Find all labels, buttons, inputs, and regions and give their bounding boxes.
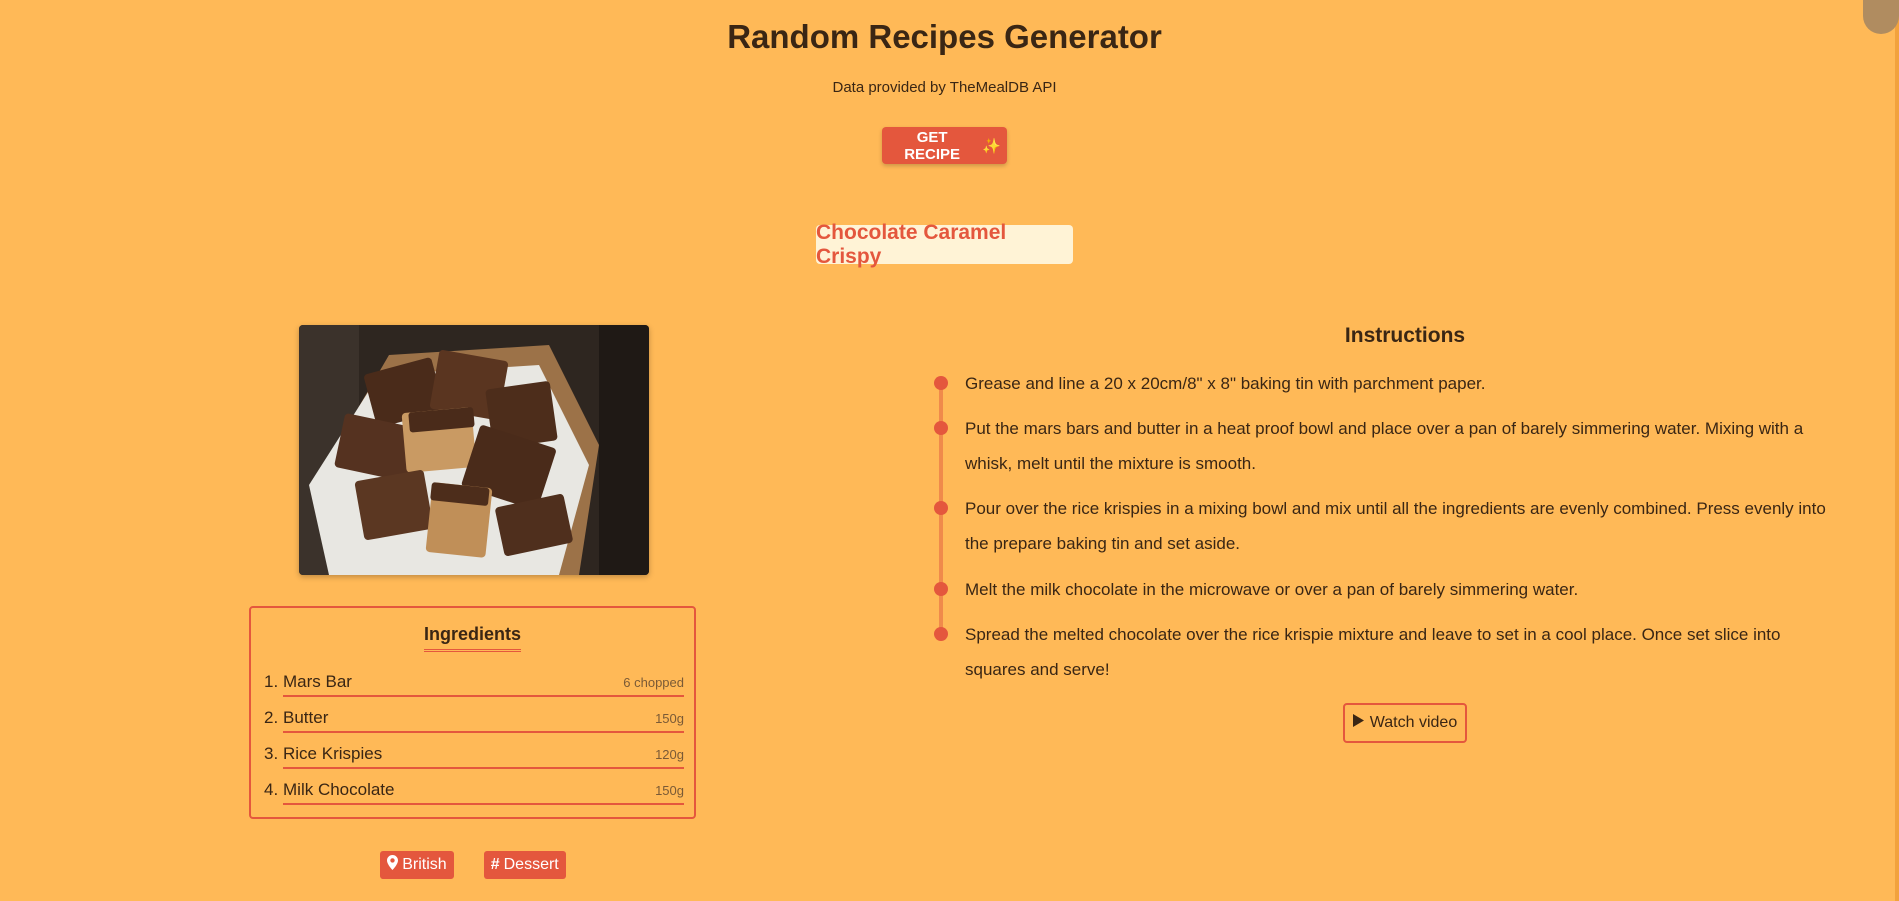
category-tag-label: Dessert <box>503 856 559 873</box>
ingredient-row: 1. Mars Bar 6 chopped <box>264 668 684 697</box>
instruction-step: Put the mars bars and butter in a heat p… <box>965 419 1804 473</box>
instruction-step: Spread the melted chocolate over the ric… <box>965 625 1781 679</box>
instructions-heading: Instructions <box>1344 324 1466 347</box>
ingredient-row: 3. Rice Krispies 120g <box>264 740 684 769</box>
area-tag[interactable]: British <box>380 851 454 879</box>
ingredient-line: Mars Bar 6 chopped <box>283 668 684 697</box>
ingredient-measure: 150g <box>655 783 684 798</box>
ingredient-row: 4. Milk Chocolate 150g <box>264 776 684 805</box>
ingredient-line: Butter 150g <box>283 704 684 733</box>
app-title: Random Recipes Generator <box>727 18 1162 55</box>
ingredient-number: 3. <box>264 744 279 763</box>
step-bullet <box>934 421 948 435</box>
instruction-step: Melt the milk chocolate in the microwave… <box>965 580 1579 599</box>
ingredient-measure: 6 chopped <box>623 675 684 690</box>
instruction-step: Grease and line a 20 x 20cm/8" x 8" baki… <box>965 374 1486 393</box>
watch-video-label: Watch video <box>1369 714 1458 731</box>
ingredients-card: Ingredients 1. Mars Bar 6 chopped 2. But… <box>249 606 696 819</box>
meal-image <box>299 325 649 575</box>
area-tag-label: British <box>402 856 447 873</box>
scrollbar-track[interactable] <box>1895 0 1899 901</box>
get-recipe-label: GET RECIPE <box>904 128 961 163</box>
category-tag[interactable]: # Dessert <box>483 851 566 879</box>
step-bullet <box>934 376 948 390</box>
api-credit: Data provided by TheMealDB API <box>832 79 1057 96</box>
page: Random Recipes Generator Data provided b… <box>0 0 1899 901</box>
ingredient-name: Rice Krispies <box>283 744 383 763</box>
get-recipe-button[interactable]: GET RECIPE ✨ <box>882 127 1007 164</box>
map-pin-icon <box>387 855 399 875</box>
watch-video-button[interactable]: Watch video <box>1343 703 1467 743</box>
meal-title: Chocolate Caramel Crispy <box>816 221 1073 268</box>
hashtag-icon: # <box>490 856 500 873</box>
play-icon <box>1352 714 1364 732</box>
ingredient-name: Mars Bar <box>283 672 352 691</box>
ingredient-line: Milk Chocolate 150g <box>283 776 684 805</box>
ingredient-number: 2. <box>264 708 279 727</box>
ingredients-heading-text: Ingredients <box>423 624 521 652</box>
ingredient-row: 2. Butter 150g <box>264 704 684 733</box>
sparkles-icon: ✨ <box>982 137 1001 155</box>
step-bullet <box>934 582 948 596</box>
ingredient-number: 1. <box>264 672 279 691</box>
step-bullet <box>934 501 948 515</box>
ingredient-number: 4. <box>264 780 279 799</box>
ingredient-name: Milk Chocolate <box>283 780 395 799</box>
step-bullet <box>934 627 948 641</box>
ingredient-name: Butter <box>283 708 329 727</box>
ingredient-measure: 150g <box>655 711 684 726</box>
ingredient-line: Rice Krispies 120g <box>283 740 684 769</box>
meal-tags: British # Dessert <box>0 851 946 879</box>
ingredient-measure: 120g <box>655 747 684 762</box>
ingredients-heading: Ingredients <box>251 624 694 652</box>
instruction-step: Pour over the rice krispies in a mixing … <box>965 499 1826 553</box>
